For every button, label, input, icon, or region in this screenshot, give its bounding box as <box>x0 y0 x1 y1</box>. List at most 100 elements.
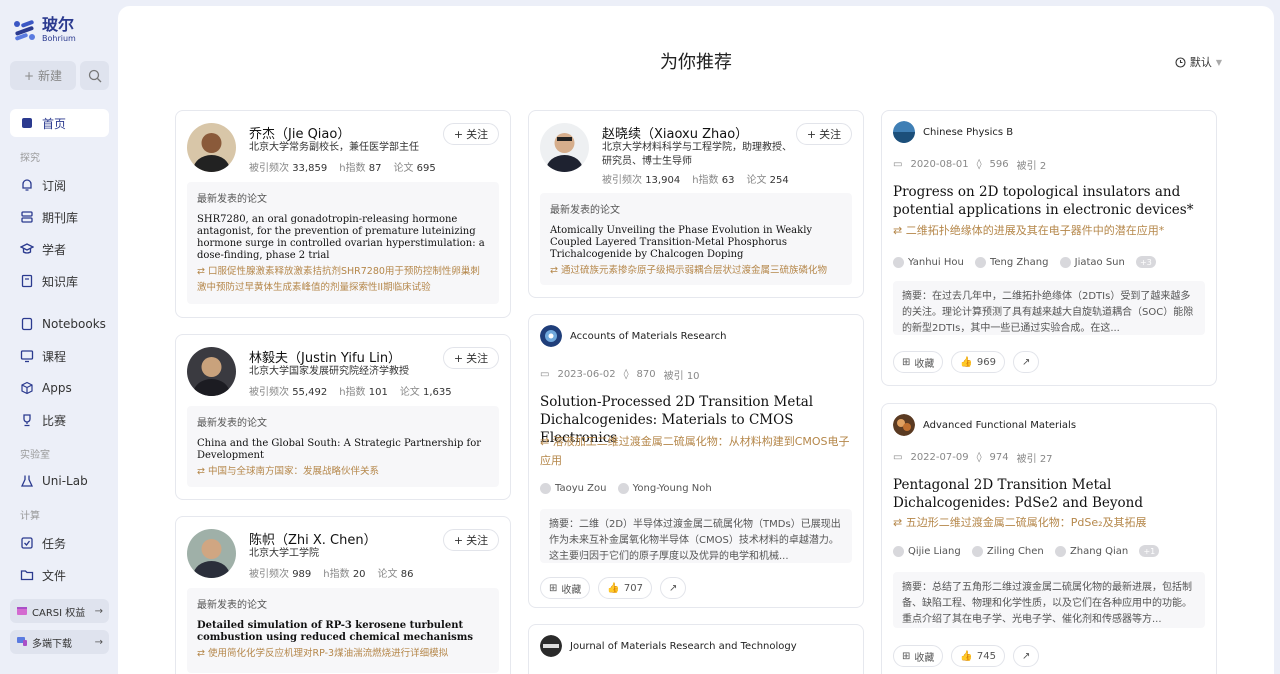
follow-button[interactable]: + 关注 <box>796 123 852 145</box>
sidebar-item-journals[interactable]: 期刊库 <box>10 203 109 231</box>
arrow-right-icon: → <box>94 636 103 648</box>
task-icon <box>20 536 34 550</box>
paper-actions: ⊞ 收藏 👍 707 ↗ <box>540 577 687 599</box>
sidebar-item-tasks[interactable]: 任务 <box>10 529 109 557</box>
latest-paper[interactable]: 最新发表的论文 China and the Global South: A St… <box>187 406 499 487</box>
download-promo-button[interactable]: 多端下载 → <box>10 630 109 654</box>
calendar-icon: ▭ <box>893 452 903 463</box>
fire-icon: ◊ <box>976 452 982 463</box>
promo-label: 多端下载 <box>32 638 72 650</box>
more-authors-badge[interactable]: +3 <box>1136 256 1156 268</box>
bookmark-plus-icon: ⊞ <box>549 582 558 594</box>
logo-cn: 玻尔 <box>42 15 75 34</box>
author-avatar <box>971 545 983 557</box>
latest-paper[interactable]: 最新发表的论文 SHR7280, an oral gonadotropin-re… <box>187 182 499 304</box>
scholar-name[interactable]: 林毅夫（Justin Yifu Lin） <box>249 347 401 366</box>
plus-icon: + <box>453 127 464 141</box>
follow-button[interactable]: + 关注 <box>443 123 499 145</box>
latest-paper[interactable]: 最新发表的论文 Atomically Unveiling the Phase E… <box>540 193 852 285</box>
scholar-name[interactable]: 乔杰（Jie Qiao） <box>249 123 350 142</box>
bookmark-plus-icon: ⊞ <box>902 650 911 662</box>
journal-icon <box>20 210 34 224</box>
scholar-stats: 被引频次 55,492 h指数 101 论文 1,635 <box>249 387 452 398</box>
sidebar-item-scholars[interactable]: 学者 <box>10 235 109 263</box>
journal-header[interactable]: Accounts of Materials Research <box>540 325 726 347</box>
sidebar-item-subscribe[interactable]: 订阅 <box>10 171 109 199</box>
author-name[interactable]: Yong-Young Noh <box>633 483 712 494</box>
like-button[interactable]: 👍 745 <box>951 645 1005 667</box>
collect-button[interactable]: ⊞ 收藏 <box>540 577 591 599</box>
scholar-name[interactable]: 赵晓续（Xiaoxu Zhao） <box>602 123 748 142</box>
logo[interactable]: 玻尔 Bohrium <box>12 17 76 43</box>
paper-meta: ▭ 2022-07-09 ◊ 974 被引 27 <box>893 452 1053 465</box>
journal-header[interactable]: Chinese Physics B <box>893 121 1013 143</box>
share-button[interactable]: ↗ <box>1012 351 1040 373</box>
search-button[interactable] <box>80 61 109 90</box>
sidebar-item-courses[interactable]: 课程 <box>10 342 109 370</box>
share-icon: ↗ <box>1021 356 1031 368</box>
avatar <box>540 123 589 172</box>
author-name[interactable]: Teng Zhang <box>990 257 1048 268</box>
journal-header[interactable]: Journal of Materials Research and Techno… <box>540 635 797 657</box>
avatar <box>187 529 236 578</box>
share-button[interactable]: ↗ <box>659 577 687 599</box>
avatar <box>187 347 236 396</box>
avatar <box>187 123 236 172</box>
author-name[interactable]: Taoyu Zou <box>555 483 606 494</box>
author-name[interactable]: Qijie Liang <box>908 546 961 557</box>
paper-title-translation: ⇄ 二维拓扑绝缘体的进展及其在电子器件中的潜在应用* <box>893 224 1165 237</box>
trophy-icon <box>20 413 34 427</box>
paper-title[interactable]: Pentagonal 2D Transition Metal Dichalcog… <box>893 476 1205 512</box>
follow-button[interactable]: + 关注 <box>443 529 499 551</box>
scholar-card[interactable]: 赵晓续（Xiaoxu Zhao） 北京大学材料科学与工程学院，助理教授、研究员、… <box>528 110 864 298</box>
scholar-card[interactable]: 陈帜（Zhi X. Chen） 北京大学工学院 被引频次 989 h指数 20 … <box>175 516 511 674</box>
scholar-stats: 被引频次 13,904 h指数 63 论文 254 <box>602 175 789 186</box>
paper-title-translation: ⇄ 溶液加工二维过渡金属二硫属化物：从材料构建到CMOS电子应用 <box>540 435 850 467</box>
paper-title[interactable]: Progress on 2D topological insulators an… <box>893 183 1205 219</box>
paper-card[interactable]: Advanced Functional Materials ▭ 2022-07-0… <box>881 403 1217 674</box>
latest-paper[interactable]: 最新发表的论文 Detailed simulation of RP-3 kero… <box>187 588 499 673</box>
fire-icon: ◊ <box>623 369 629 380</box>
author-name[interactable]: Zhang Qian <box>1070 546 1128 557</box>
scholar-card[interactable]: 林毅夫（Justin Yifu Lin） 北京大学国家发展研究院经济学教授 被引… <box>175 334 511 500</box>
sidebar-item-apps[interactable]: Apps <box>10 374 109 402</box>
author-name[interactable]: Ziling Chen <box>987 546 1044 557</box>
latest-paper-translation: ⇄ 中国与全球南方国家：发展战略伙伴关系 <box>197 466 379 477</box>
sidebar-item-home[interactable]: 首页 <box>10 109 109 137</box>
paper-card[interactable]: Accounts of Materials Research ▭ 2023-06-… <box>528 314 864 608</box>
carsi-promo-button[interactable]: CARSI 权益 → <box>10 599 109 623</box>
author-list: Taoyu Zou Yong-Young Noh <box>540 483 712 494</box>
paper-card[interactable]: Journal of Materials Research and Techno… <box>528 624 864 674</box>
nav-section-lab: 实验室 <box>20 450 50 461</box>
sidebar-item-notebooks[interactable]: Notebooks <box>10 310 109 338</box>
paper-card[interactable]: Chinese Physics B ▭ 2020-08-01 ◊ 596 被引 2 … <box>881 110 1217 386</box>
paper-abstract: 摘要：二维（2D）半导体过渡金属二硫属化物（TMDs）已展现出作为未来互补金属氧… <box>540 509 852 563</box>
like-button[interactable]: 👍 969 <box>951 351 1005 373</box>
scholar-stats: 被引频次 989 h指数 20 论文 86 <box>249 569 414 580</box>
scholar-card[interactable]: 乔杰（Jie Qiao） 北京大学常务副校长，兼任医学部主任 被引频次 33,8… <box>175 110 511 318</box>
paper-actions: ⊞ 收藏 👍 969 ↗ <box>893 351 1040 373</box>
sort-dropdown[interactable]: 默认 ▼ <box>1175 54 1222 70</box>
collect-button[interactable]: ⊞ 收藏 <box>893 645 944 667</box>
latest-paper-title: Detailed simulation of RP-3 kerosene tur… <box>197 620 473 643</box>
share-button[interactable]: ↗ <box>1012 645 1040 667</box>
more-authors-badge[interactable]: +1 <box>1139 545 1160 557</box>
author-avatar <box>975 256 986 268</box>
sidebar-item-knowledge[interactable]: 知识库 <box>10 267 109 295</box>
author-name[interactable]: Yanhui Hou <box>908 257 964 268</box>
paper-actions: ⊞ 收藏 👍 745 ↗ <box>893 645 1040 667</box>
journal-header[interactable]: Advanced Functional Materials <box>893 414 1076 436</box>
journal-logo-icon <box>893 121 915 143</box>
collect-button[interactable]: ⊞ 收藏 <box>893 351 944 373</box>
sidebar-item-unilab[interactable]: Uni-Lab <box>10 467 109 495</box>
sidebar-item-files[interactable]: 文件 <box>10 561 109 589</box>
new-button[interactable]: + 新建 <box>10 61 76 90</box>
logo-en: Bohrium <box>42 34 76 43</box>
scholar-name[interactable]: 陈帜（Zhi X. Chen） <box>249 529 377 548</box>
gift-icon <box>16 604 28 619</box>
scholar-affiliation: 北京大学工学院 <box>249 548 319 559</box>
like-button[interactable]: 👍 707 <box>598 577 652 599</box>
follow-button[interactable]: + 关注 <box>443 347 499 369</box>
author-name[interactable]: Jiatao Sun <box>1075 257 1125 268</box>
sidebar-item-competitions[interactable]: 比赛 <box>10 406 109 434</box>
